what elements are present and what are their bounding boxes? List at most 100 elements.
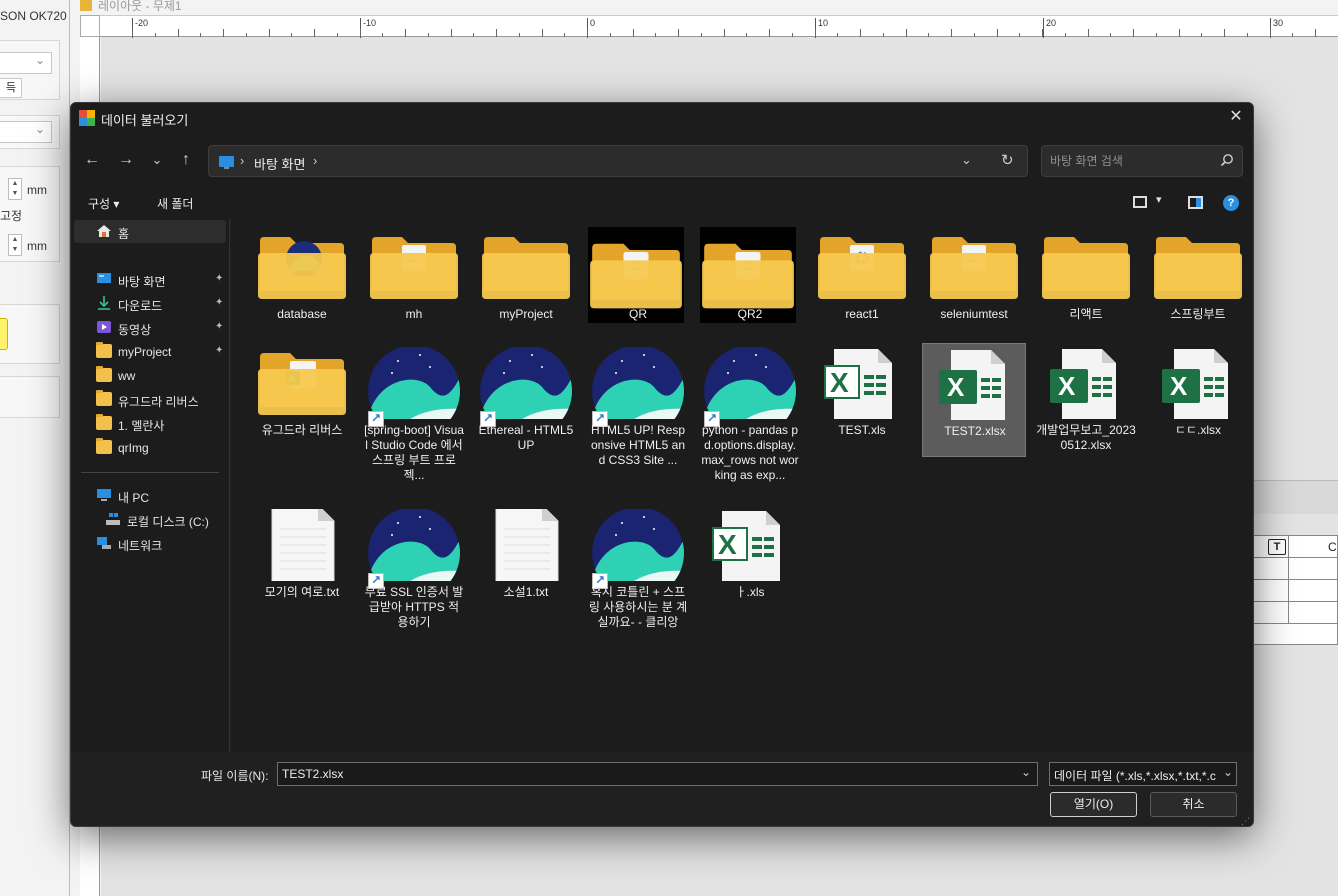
network-icon: [97, 537, 111, 549]
breadcrumb-separator[interactable]: ›: [313, 153, 317, 168]
file-item[interactable]: X 개발업무보고_20230512.xlsx: [1034, 343, 1138, 457]
file-name: HTML5 UP! Responsive HTML5 and CSS3 Site…: [590, 423, 686, 467]
panel-select[interactable]: [0, 52, 52, 74]
ruler-tick: [860, 29, 861, 37]
recent-locations-button[interactable]: ⌄: [144, 149, 170, 171]
sidebar-item-this-pc[interactable]: 내 PC: [74, 484, 226, 507]
breadcrumb-location[interactable]: 바탕 화면: [254, 154, 305, 173]
file-item[interactable]: ↗ 무료 SSL 인증서 발급받아 HTTPS 적용하기: [362, 505, 466, 629]
file-item[interactable]: seleniumtest: [922, 227, 1026, 341]
forward-button[interactable]: →: [113, 149, 139, 171]
sidebar-item-yggdrasil[interactable]: 유그드라 리버스: [74, 388, 226, 411]
ruler-tick: [1087, 29, 1089, 37]
sidebar-divider: [81, 472, 219, 473]
panel-select[interactable]: [0, 121, 52, 143]
ruler-tick: [1269, 29, 1271, 37]
filename-input[interactable]: [277, 762, 1038, 786]
new-folder-button[interactable]: 새 폴더: [157, 195, 193, 212]
ruler-tick: [427, 33, 429, 37]
file-name: 개발업무보고_20230512.xlsx: [1036, 423, 1136, 452]
file-item[interactable]: ↗ HTML5 UP! Responsive HTML5 and CSS3 Sit…: [586, 343, 690, 467]
ruler-tick: [928, 33, 930, 37]
file-item[interactable]: X유그드라 리버스: [250, 343, 354, 457]
address-bar[interactable]: › 바탕 화면 › ⌄ ↻: [208, 145, 1028, 177]
command-bar: 구성 ▾ 새 폴더 ▾ ?: [71, 187, 1253, 219]
ruler-tick: [1178, 29, 1180, 37]
file-item[interactable]: 모기의 여로.txt: [250, 505, 354, 619]
preview-pane-icon[interactable]: [1188, 196, 1203, 209]
organize-button[interactable]: 구성 ▾: [88, 195, 119, 212]
folder-icon: [96, 390, 112, 406]
sidebar-item-local-disk[interactable]: 로컬 디스크 (C:): [83, 508, 235, 531]
sidebar-item-network[interactable]: 네트워크: [74, 532, 226, 555]
file-name: database: [277, 307, 327, 321]
ruler-tick: [1064, 33, 1066, 37]
app-icon: [79, 110, 95, 126]
sidebar-item-ww[interactable]: ww: [74, 364, 226, 387]
breadcrumb-separator[interactable]: ›: [240, 153, 244, 168]
file-item[interactable]: QR: [586, 227, 690, 341]
ruler-tick: [314, 29, 315, 37]
file-item[interactable]: X ㄷㄷ.xlsx: [1146, 343, 1250, 457]
filetype-dropdown-icon[interactable]: ⌄: [1223, 765, 1233, 779]
address-history-dropdown[interactable]: ⌄: [961, 152, 972, 168]
sidebar-item-videos[interactable]: 동영상 ✦: [74, 316, 226, 339]
file-list[interactable]: database mh myProject QR QR2 react1 seleniumte…: [231, 219, 1253, 752]
view-dropdown-button[interactable]: ▾: [1156, 193, 1162, 206]
file-item[interactable]: QR2: [698, 227, 802, 341]
search-input[interactable]: [1050, 153, 1210, 169]
ruler-tick: [154, 33, 156, 37]
cancel-button[interactable]: 취소: [1150, 792, 1237, 817]
help-button[interactable]: ?: [1223, 195, 1239, 211]
sidebar-item-qrimg[interactable]: qrImg: [74, 436, 226, 459]
color-swatch[interactable]: [0, 318, 8, 350]
search-box[interactable]: [1041, 145, 1243, 177]
file-item[interactable]: mh: [362, 227, 466, 341]
file-item[interactable]: ↗ python - pandas pd.options.display.max_…: [698, 343, 802, 482]
filename-history-dropdown[interactable]: ⌄: [1021, 765, 1031, 779]
ruler-tick: [814, 29, 816, 37]
search-icon[interactable]: [1220, 153, 1234, 167]
file-item[interactable]: 소설1.txt: [474, 505, 578, 619]
open-button[interactable]: 열기(O): [1050, 792, 1137, 817]
table-row: [1254, 536, 1337, 558]
horizontal-ruler: -20 -10 0 10 20 30: [100, 15, 1338, 38]
spin-buttons[interactable]: ▲ ▼: [8, 178, 22, 200]
close-button[interactable]: ✕: [1219, 103, 1253, 133]
view-options-icon[interactable]: [1133, 196, 1147, 208]
file-item[interactable]: myProject: [474, 227, 578, 341]
ruler-tick: [1315, 29, 1316, 37]
ruler-tick: [268, 29, 270, 37]
spin-buttons[interactable]: ▲ ▼: [8, 234, 22, 256]
pin-icon: ✦: [215, 297, 224, 308]
file-item[interactable]: database: [250, 227, 354, 341]
file-item[interactable]: ↗ Ethereal - HTML5 UP: [474, 343, 578, 457]
sidebar-item-downloads[interactable]: 다운로드 ✦: [74, 292, 226, 315]
file-item[interactable]: 리액트: [1034, 227, 1138, 341]
back-button[interactable]: ←: [79, 149, 105, 171]
data-grid[interactable]: [1253, 535, 1338, 645]
resize-grip-icon[interactable]: ⋰: [1241, 816, 1251, 826]
file-item[interactable]: react1: [810, 227, 914, 341]
ruler-tick: [132, 29, 133, 37]
sidebar-item-myproject[interactable]: myProject ✦: [74, 340, 226, 363]
ruler-tick: [791, 33, 793, 37]
up-button[interactable]: ↑: [173, 149, 199, 171]
sidebar-item-melansa[interactable]: 1. 멜란사: [74, 412, 226, 435]
file-item[interactable]: X TEST.xls: [810, 343, 914, 457]
sidebar-item-desktop[interactable]: 바탕 화면 ✦: [74, 268, 226, 291]
dialog-titlebar[interactable]: 데이터 불러오기 ✕: [71, 103, 1253, 133]
ruler-tick: [769, 29, 770, 37]
refresh-button[interactable]: ↻: [1001, 151, 1014, 169]
ruler-label: 30: [1270, 18, 1283, 38]
ruler-tick: [723, 29, 725, 37]
sidebar-item-home[interactable]: 홈: [74, 220, 226, 243]
file-item[interactable]: X ㅏ.xls: [698, 505, 802, 619]
file-item[interactable]: ↗ 혹시 코틀린 + 스프링 사용하시는 분 계실까요- - 클리앙: [586, 505, 690, 629]
dialog-title: 데이터 불러오기: [101, 113, 189, 128]
panel-button[interactable]: 득: [0, 78, 22, 98]
file-item[interactable]: X TEST2.xlsx: [922, 343, 1026, 457]
file-item[interactable]: 스프링부트: [1146, 227, 1250, 341]
file-item[interactable]: ↗ [spring-boot] Visual Studio Code 에서 스프링…: [362, 343, 466, 482]
filetype-select[interactable]: 데이터 파일 (*.xls,*.xlsx,*.txt,*.c: [1049, 762, 1237, 786]
